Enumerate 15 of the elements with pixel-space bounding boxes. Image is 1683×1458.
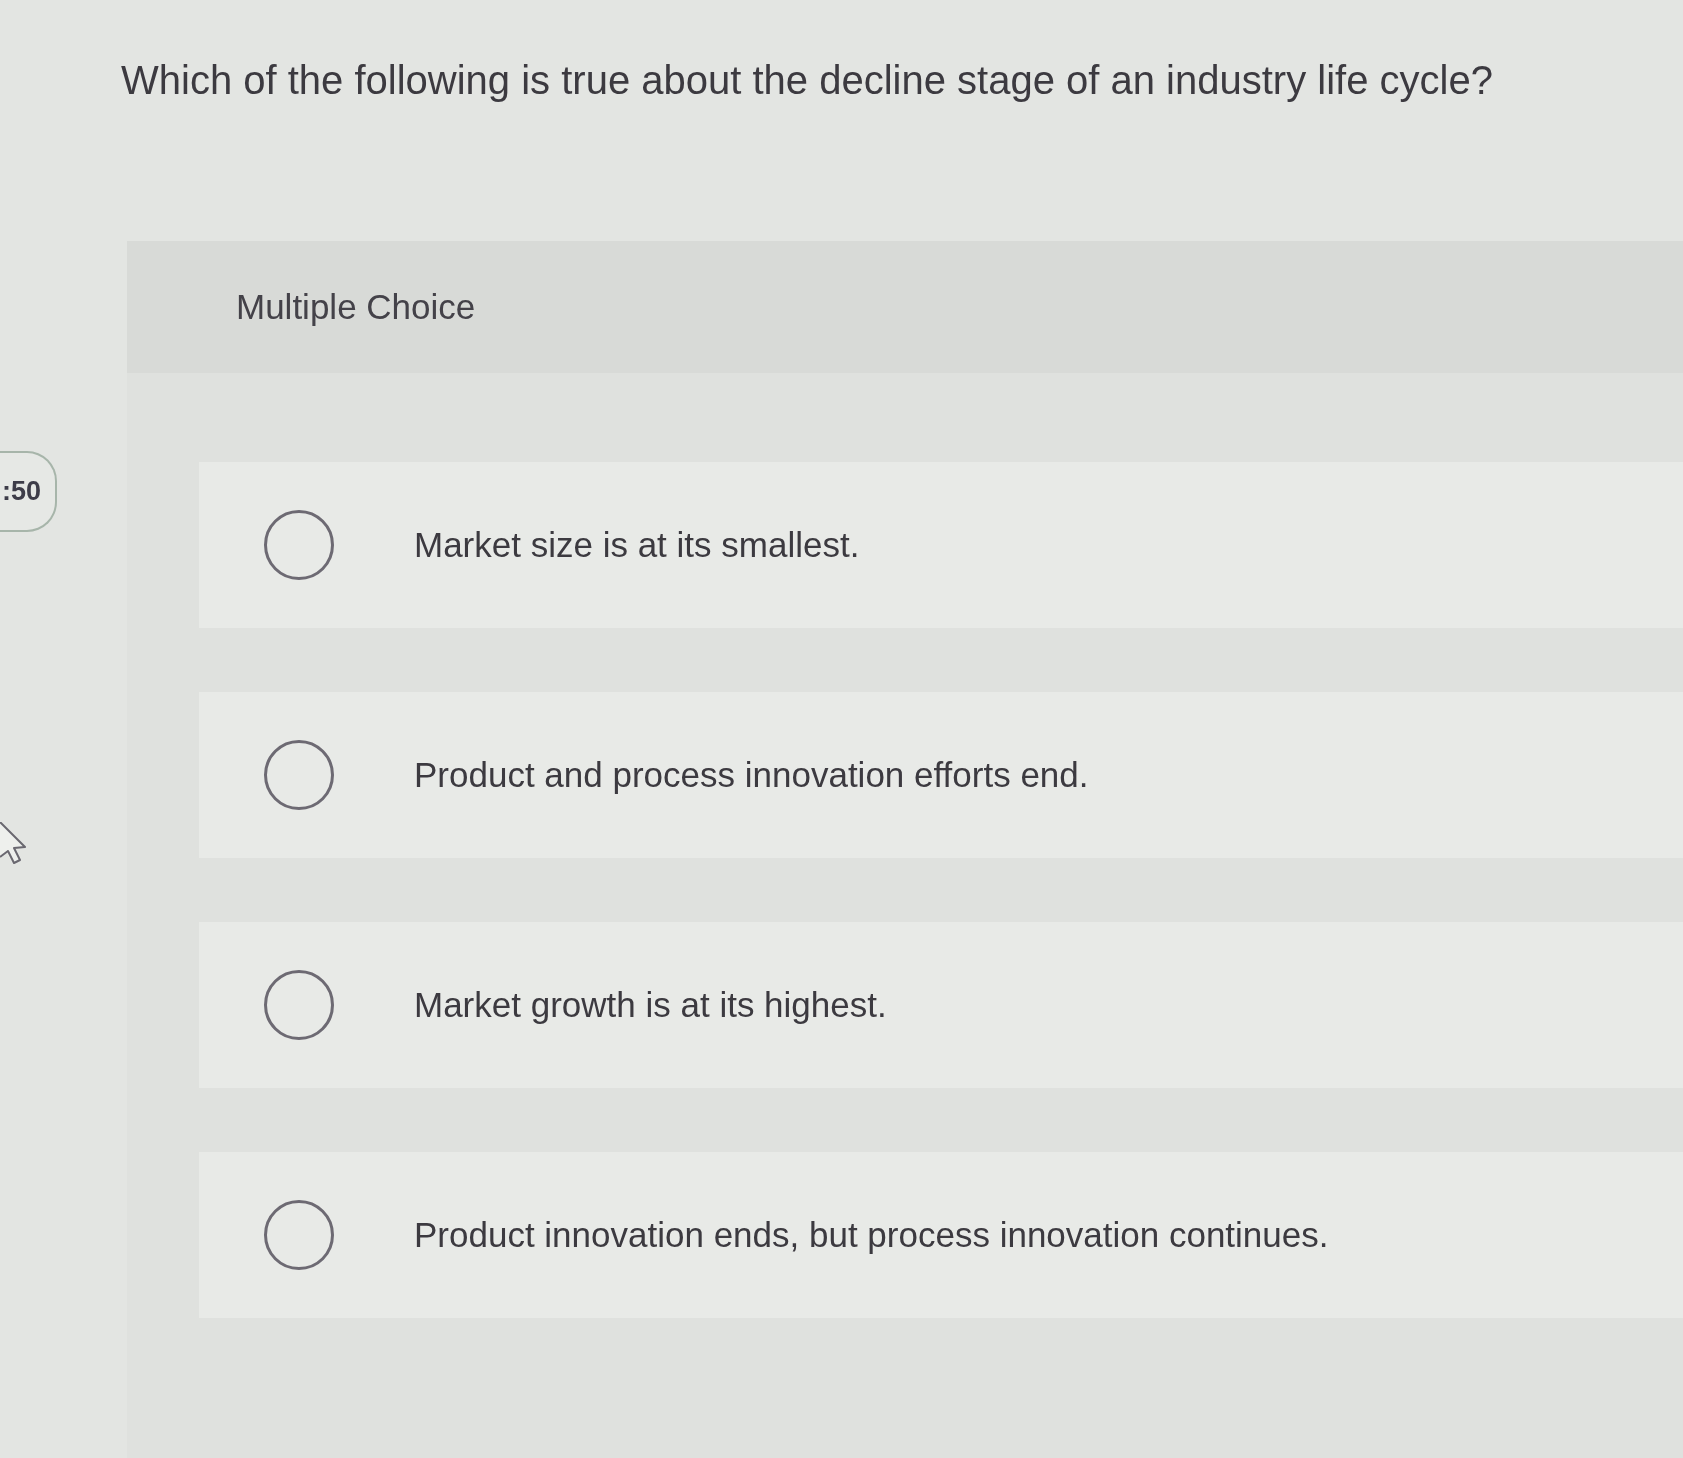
answer-option[interactable]: Product and process innovation efforts end. [199,692,1683,858]
answer-option[interactable]: Market growth is at its highest. [199,922,1683,1088]
answer-option[interactable]: Market size is at its smallest. [199,462,1683,628]
answer-option[interactable]: Product innovation ends, but process innovation continues. [199,1152,1683,1318]
option-label: Product innovation ends, but process innovation continues. [414,1214,1329,1256]
option-label: Product and process innovation efforts end. [414,754,1089,796]
radio-button[interactable] [264,970,334,1040]
timer-badge: :50 [0,451,57,532]
option-label: Market size is at its smallest. [414,524,860,566]
radio-button[interactable] [264,510,334,580]
question-type-heading: Multiple Choice [236,286,476,328]
radio-button[interactable] [264,1200,334,1270]
question-text: Which of the following is true about the decline stage of an industry life cycle? [121,57,1493,104]
radio-button[interactable] [264,740,334,810]
option-label: Market growth is at its highest. [414,984,887,1026]
